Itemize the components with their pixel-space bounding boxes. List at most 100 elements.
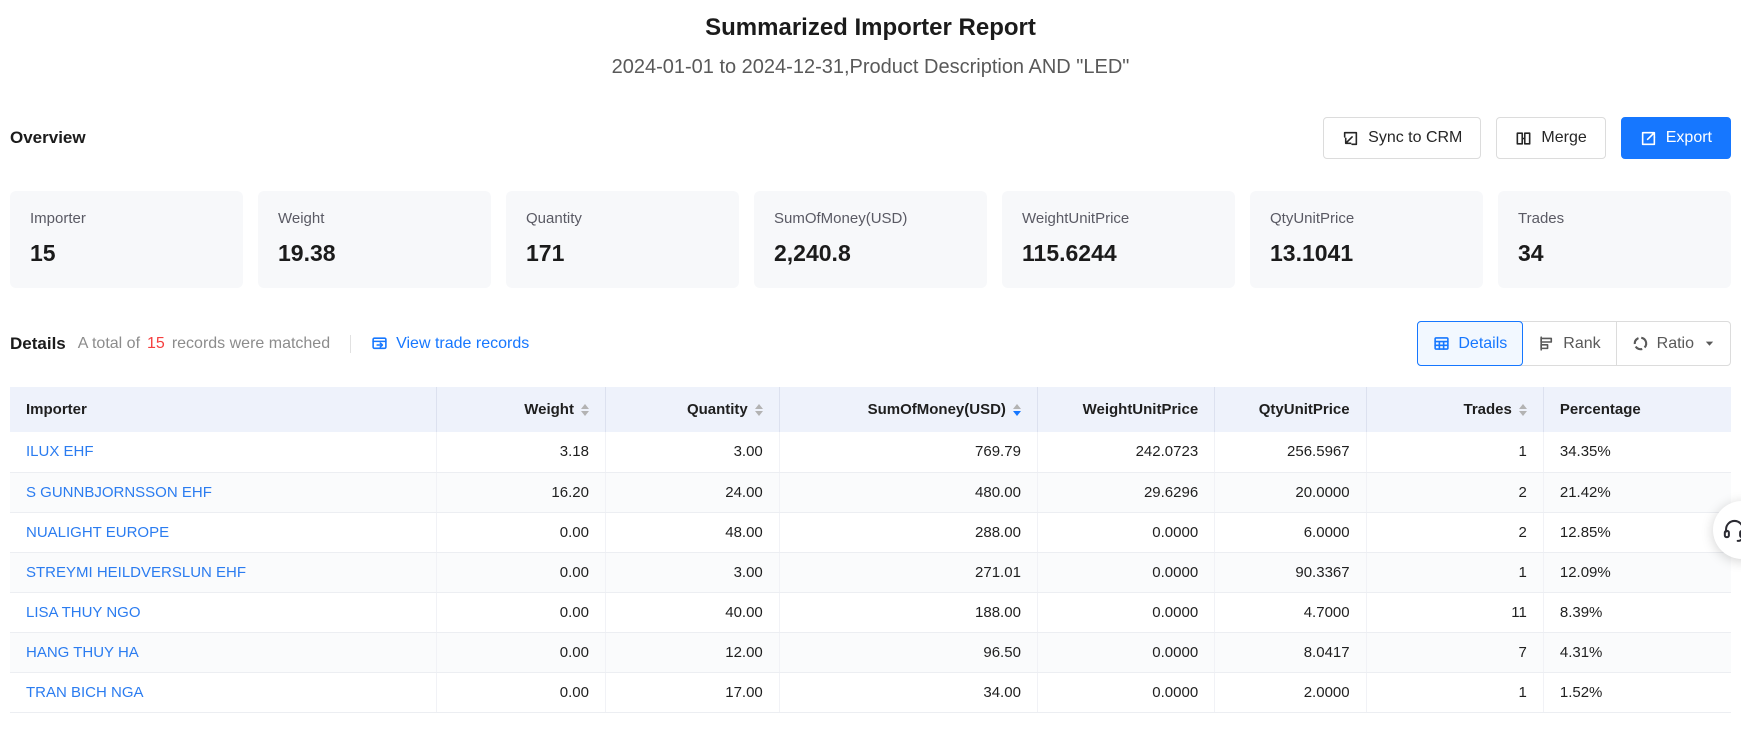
cell-percentage: 12.85%	[1543, 512, 1731, 552]
cell-weight: 0.00	[437, 592, 606, 632]
sync-to-crm-button[interactable]: Sync to CRM	[1323, 117, 1481, 159]
cell-qtyunitprice: 20.0000	[1215, 472, 1366, 512]
cell-weightunitprice: 0.0000	[1037, 672, 1214, 712]
sync-crm-icon	[1342, 130, 1359, 147]
sort-carets-icon	[755, 404, 763, 416]
cell-trades: 1	[1366, 432, 1543, 472]
toolbar-actions: Sync to CRM Merge Export	[1323, 117, 1731, 159]
cell-quantity: 3.00	[605, 432, 779, 472]
cell-quantity: 40.00	[605, 592, 779, 632]
tab-rank[interactable]: Rank	[1523, 322, 1615, 365]
cell-qtyunitprice: 90.3367	[1215, 552, 1366, 592]
column-header-weight[interactable]: Weight	[437, 387, 606, 432]
stat-card-quantity: Quantity 171	[506, 191, 739, 288]
match-suffix: records were matched	[172, 335, 330, 352]
cell-trades: 2	[1366, 472, 1543, 512]
stat-value: 2,240.8	[774, 240, 967, 267]
column-header-qtyunitprice: QtyUnitPrice	[1215, 387, 1366, 432]
headset-icon	[1721, 517, 1741, 544]
cell-quantity: 24.00	[605, 472, 779, 512]
column-header-trades[interactable]: Trades	[1366, 387, 1543, 432]
trade-records-icon	[371, 335, 388, 352]
cell-qtyunitprice: 256.5967	[1215, 432, 1366, 472]
cell-weight: 16.20	[437, 472, 606, 512]
match-prefix: A total of	[78, 335, 140, 352]
rank-icon	[1538, 335, 1555, 352]
stat-value: 15	[30, 240, 223, 267]
overview-toolbar: Overview Sync to CRM Merge Export	[10, 117, 1731, 159]
cell-percentage: 12.09%	[1543, 552, 1731, 592]
importer-link[interactable]: LISA THUY NGO	[26, 604, 141, 621]
cell-sumofmoney-usd: 480.00	[779, 472, 1037, 512]
cell-weightunitprice: 0.0000	[1037, 552, 1214, 592]
tab-label: Rank	[1563, 335, 1600, 353]
stat-label: SumOfMoney(USD)	[774, 210, 967, 227]
column-header-percentage: Percentage	[1543, 387, 1731, 432]
importer-link[interactable]: NUALIGHT EUROPE	[26, 524, 169, 541]
column-header-quantity[interactable]: Quantity	[605, 387, 779, 432]
stat-card-trades: Trades 34	[1498, 191, 1731, 288]
cell-quantity: 12.00	[605, 632, 779, 672]
stat-card-importer: Importer15	[10, 191, 243, 288]
view-trade-records-link[interactable]: View trade records	[371, 335, 529, 353]
cell-weightunitprice: 0.0000	[1037, 512, 1214, 552]
cell-sumofmoney-usd: 271.01	[779, 552, 1037, 592]
cell-importer: TRAN BICH NGA	[10, 672, 437, 712]
column-label: SumOfMoney(USD)	[868, 401, 1006, 418]
column-label: Importer	[26, 401, 87, 418]
cell-weightunitprice: 0.0000	[1037, 632, 1214, 672]
cell-sumofmoney-usd: 769.79	[779, 432, 1037, 472]
table-header-row: Importer WeightQuantity SumOfMoney(USD) Wei…	[10, 387, 1731, 432]
cell-importer: S GUNNBJORNSSON EHF	[10, 472, 437, 512]
details-header-row: Details A total of15records were matched…	[10, 321, 1731, 366]
importer-link[interactable]: TRAN BICH NGA	[26, 684, 144, 701]
cell-weight: 0.00	[437, 552, 606, 592]
caret-down-icon	[1704, 338, 1715, 349]
stat-label: Quantity	[526, 210, 719, 227]
tab-ratio[interactable]: Ratio	[1616, 322, 1730, 365]
cell-quantity: 48.00	[605, 512, 779, 552]
importer-link[interactable]: S GUNNBJORNSSON EHF	[26, 484, 212, 501]
stat-label: Trades	[1518, 210, 1711, 227]
stat-value: 171	[526, 240, 719, 267]
sort-carets-icon	[581, 404, 589, 416]
importer-link[interactable]: STREYMI HEILDVERSLUN EHF	[26, 564, 246, 581]
cell-importer: LISA THUY NGO	[10, 592, 437, 632]
column-header-weightunitprice: WeightUnitPrice	[1037, 387, 1214, 432]
cell-trades: 7	[1366, 632, 1543, 672]
cell-trades: 1	[1366, 672, 1543, 712]
column-header-sumofmoney-usd[interactable]: SumOfMoney(USD)	[779, 387, 1037, 432]
cell-percentage: 1.52%	[1543, 672, 1731, 712]
stat-value: 34	[1518, 240, 1711, 267]
table-row: NUALIGHT EUROPE0.0048.00288.000.00006.00…	[10, 512, 1731, 552]
overview-stat-cards: Importer15 Weight 19.38 Quantity 171 SumOfMon…	[10, 191, 1731, 288]
cell-weightunitprice: 0.0000	[1037, 592, 1214, 632]
ratio-icon	[1632, 335, 1649, 352]
stat-label: Weight	[278, 210, 471, 227]
export-button[interactable]: Export	[1621, 117, 1731, 159]
cell-percentage: 4.31%	[1543, 632, 1731, 672]
importer-link[interactable]: ILUX EHF	[26, 443, 94, 460]
sort-carets-icon	[1013, 404, 1021, 416]
stat-value: 19.38	[278, 240, 471, 267]
table-row: S GUNNBJORNSSON EHF16.2024.00480.0029.62…	[10, 472, 1731, 512]
tab-label: Ratio	[1657, 335, 1694, 353]
column-label: Percentage	[1560, 401, 1641, 418]
cell-trades: 1	[1366, 552, 1543, 592]
importer-link[interactable]: HANG THUY HA	[26, 644, 139, 661]
cell-sumofmoney-usd: 96.50	[779, 632, 1037, 672]
tab-label: Details	[1458, 335, 1507, 353]
cell-weight: 0.00	[437, 632, 606, 672]
stat-label: WeightUnitPrice	[1022, 210, 1215, 227]
merge-button[interactable]: Merge	[1496, 117, 1605, 159]
merge-label: Merge	[1541, 129, 1586, 147]
overview-label: Overview	[10, 128, 86, 148]
cell-qtyunitprice: 2.0000	[1215, 672, 1366, 712]
details-summary: Details A total of15records were matched…	[10, 334, 529, 354]
tab-details[interactable]: Details	[1417, 321, 1523, 366]
cell-importer: ILUX EHF	[10, 432, 437, 472]
cell-weight: 0.00	[437, 672, 606, 712]
vertical-divider	[350, 335, 351, 353]
cell-importer: NUALIGHT EUROPE	[10, 512, 437, 552]
cell-importer: STREYMI HEILDVERSLUN EHF	[10, 552, 437, 592]
